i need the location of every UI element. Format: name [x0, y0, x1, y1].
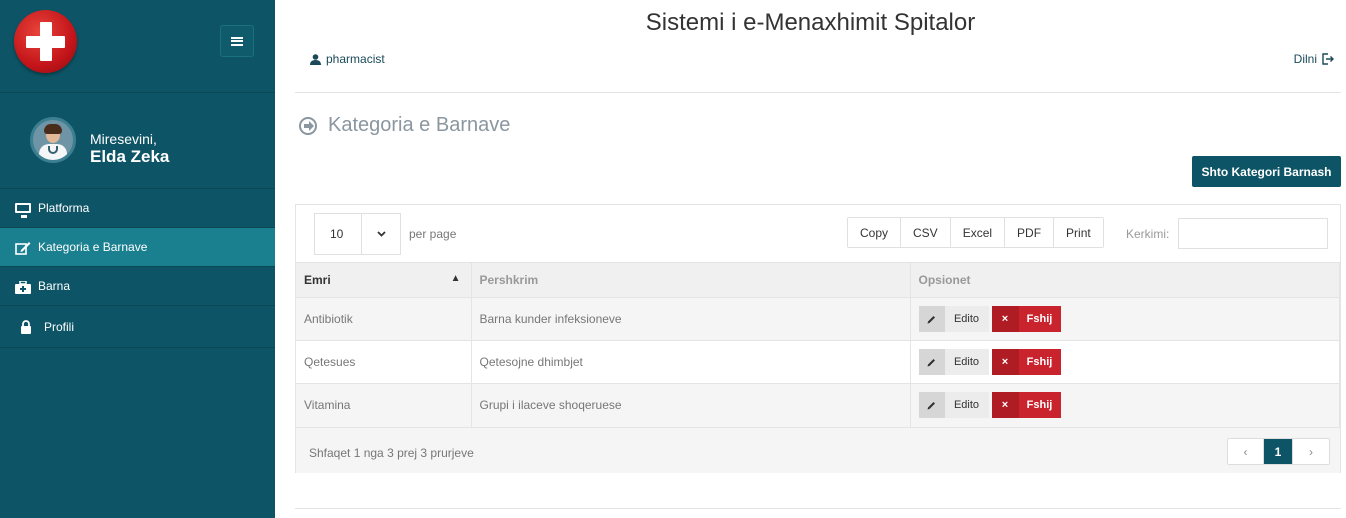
- search-input[interactable]: [1178, 218, 1328, 249]
- delete-label: Fshij: [1026, 313, 1053, 325]
- column-header-emri[interactable]: Emri ▲: [296, 262, 472, 298]
- export-buttons: Copy CSV Excel PDF Print: [847, 217, 1104, 248]
- red-cross-logo[interactable]: [14, 10, 77, 73]
- divider: [295, 508, 1341, 509]
- page-length-select[interactable]: 10: [314, 213, 401, 255]
- categories-table: Emri ▲ Pershkrim Opsionet Antibiotik Barn…: [296, 262, 1340, 427]
- table-row: Qetesues Qetesojne dhimbjet Edito × Fshij: [296, 340, 1340, 384]
- menu-toggle-button[interactable]: [220, 25, 254, 57]
- cell-name: Vitamina: [296, 383, 472, 427]
- search-label: Kerkimi:: [1126, 227, 1170, 241]
- excel-button[interactable]: Excel: [950, 218, 1006, 247]
- sidebar-item-profili[interactable]: Profili: [0, 306, 275, 348]
- current-user-link[interactable]: pharmacist: [310, 52, 385, 66]
- app-title: Sistemi i e-Menaxhimit Spitalor: [645, 9, 976, 36]
- welcome-text: Miresevini,: [90, 131, 157, 147]
- sidebar: Miresevini, Elda Zeka Platforma Kategori…: [0, 0, 275, 518]
- sidebar-item-label: Kategoria e Barnave: [38, 240, 148, 254]
- sidebar-item-label: Profili: [44, 319, 75, 334]
- username: Elda Zeka: [90, 147, 170, 166]
- cell-description: Grupi i ilaceve shoqeruese: [471, 383, 911, 427]
- prev-page-button[interactable]: ‹: [1228, 439, 1264, 464]
- current-user-label: pharmacist: [326, 52, 385, 66]
- table-info: Shfaqet 1 nga 3 prej 3 prurjeve: [309, 446, 474, 460]
- lock-icon: [20, 320, 36, 334]
- table-row: Vitamina Grupi i ilaceve shoqeruese Edit…: [296, 383, 1340, 427]
- edit-button[interactable]: Edito: [918, 392, 989, 419]
- copy-button[interactable]: Copy: [848, 218, 902, 247]
- cell-name: Qetesues: [296, 340, 472, 384]
- delete-button[interactable]: × Fshij: [991, 392, 1061, 419]
- next-page-button[interactable]: ›: [1293, 439, 1329, 464]
- sort-asc-icon: ▲: [450, 273, 461, 284]
- pencil-icon: [918, 306, 945, 332]
- edit-label: Edito: [953, 313, 980, 325]
- csv-button[interactable]: CSV: [901, 218, 951, 247]
- page-title: Kategoria e Barnave: [299, 114, 510, 137]
- add-category-button[interactable]: Shto Kategori Barnash: [1192, 156, 1341, 187]
- table-footer: Shfaqet 1 nga 3 prej 3 prurjeve ‹ 1 ›: [296, 427, 1340, 473]
- edit-button[interactable]: Edito: [918, 306, 989, 332]
- column-header-opsionet: Opsionet: [910, 262, 1340, 298]
- logout-link[interactable]: Dilni: [1294, 52, 1334, 66]
- edit-label: Edito: [953, 356, 980, 368]
- divider: [295, 92, 1341, 93]
- pagination: ‹ 1 ›: [1227, 438, 1330, 465]
- sidebar-item-barna[interactable]: Barna: [0, 267, 275, 306]
- close-icon: ×: [991, 306, 1019, 332]
- close-icon: ×: [991, 392, 1019, 419]
- sidebar-item-kategoria[interactable]: Kategoria e Barnave: [0, 228, 275, 267]
- page-title-text: Kategoria e Barnave: [328, 114, 511, 136]
- pdf-button[interactable]: PDF: [1005, 218, 1055, 247]
- close-icon: ×: [991, 349, 1019, 375]
- delete-button[interactable]: × Fshij: [991, 306, 1061, 332]
- user-icon: [310, 53, 321, 65]
- edit-button[interactable]: Edito: [918, 349, 989, 375]
- delete-label: Fshij: [1026, 399, 1053, 412]
- cell-description: Barna kunder infeksioneve: [471, 297, 911, 341]
- pencil-icon: [918, 392, 945, 419]
- chevron-down-icon: [362, 214, 400, 254]
- page-1-button[interactable]: 1: [1264, 439, 1293, 464]
- sidebar-item-label: Platforma: [38, 201, 90, 215]
- delete-button[interactable]: × Fshij: [991, 349, 1061, 375]
- print-button[interactable]: Print: [1054, 218, 1103, 247]
- page-length-value: 10: [315, 214, 362, 254]
- hamburger-icon: [231, 36, 243, 46]
- table-row: Antibiotik Barna kunder infeksioneve Edi…: [296, 297, 1340, 341]
- monitor-icon: [15, 203, 31, 218]
- medkit-icon: [15, 280, 31, 295]
- main-content: Sistemi i e-Menaxhimit Spitalor pharmaci…: [275, 0, 1346, 518]
- user-profile-area: Miresevini, Elda Zeka: [0, 93, 275, 189]
- table-panel: 10 per page Copy CSV Excel PDF Print Ker…: [295, 204, 1341, 473]
- logo-area: [0, 0, 275, 93]
- pencil-icon: [918, 349, 945, 375]
- per-page-label: per page: [409, 227, 457, 241]
- edit-label: Edito: [953, 399, 980, 412]
- logout-label: Dilni: [1293, 52, 1317, 66]
- sidebar-item-platforma[interactable]: Platforma: [0, 189, 275, 228]
- cell-name: Antibiotik: [296, 297, 472, 341]
- logout-icon: [1322, 53, 1334, 65]
- edit-icon: [15, 241, 31, 255]
- avatar: [30, 117, 76, 163]
- cell-description: Qetesojne dhimbjet: [471, 340, 911, 384]
- delete-label: Fshij: [1026, 356, 1053, 368]
- column-header-pershkrim[interactable]: Pershkrim: [471, 262, 911, 298]
- circle-arrow-icon: [299, 116, 317, 135]
- sidebar-item-label: Barna: [38, 279, 71, 293]
